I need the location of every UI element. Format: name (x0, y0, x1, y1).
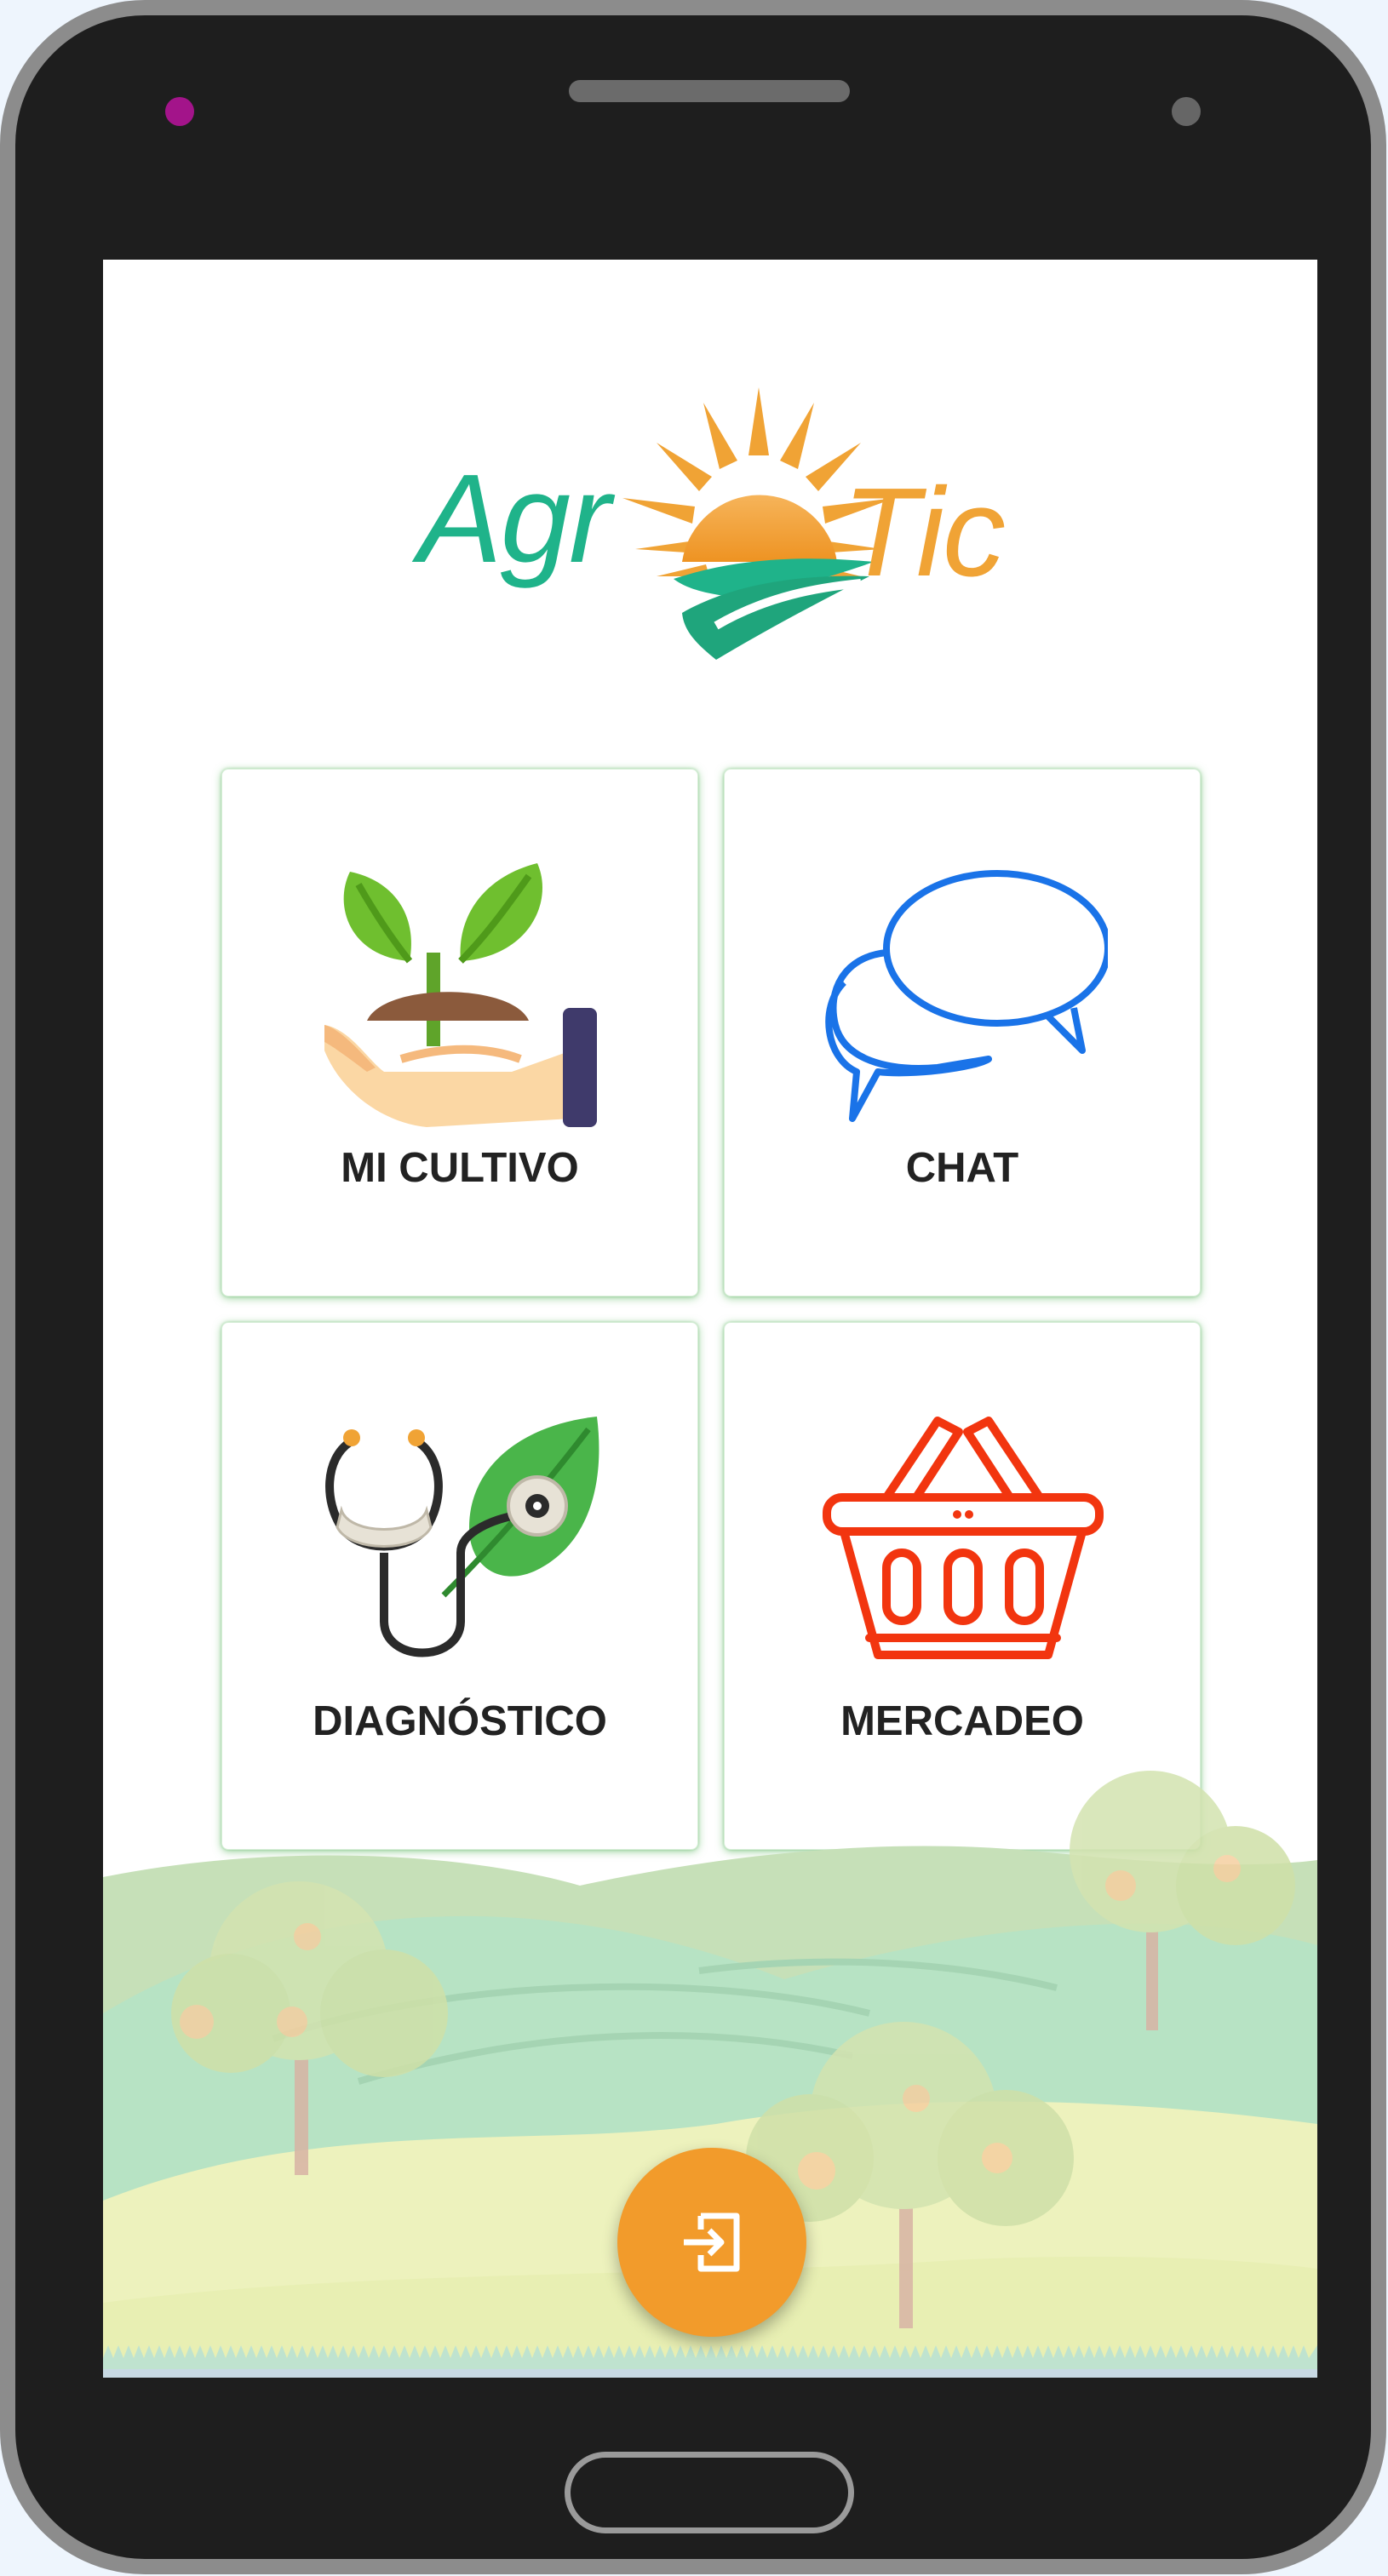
logout-icon (684, 2212, 740, 2272)
tile-label: CHAT (905, 1145, 1019, 1191)
tile-mi-cultivo[interactable]: MI CULTIVO (221, 769, 698, 1297)
seedling-hand-icon (324, 863, 597, 1127)
tile-label: MI CULTIVO (341, 1145, 579, 1191)
logout-button[interactable] (617, 2148, 806, 2337)
front-camera (1172, 97, 1201, 126)
notification-led (165, 97, 194, 126)
stethoscope-leaf-icon (325, 1417, 599, 1657)
phone-frame: Agr Tic MI CULTIVO CHAT DIAGNÓSTICO MERC… (0, 0, 1386, 2574)
tile-chat[interactable]: CHAT (724, 769, 1201, 1297)
logo-text-tic: Tic (842, 462, 1006, 603)
logo-text-agr: Agr (418, 449, 611, 589)
home-button[interactable] (565, 2452, 854, 2533)
app-logo: Agr Tic (316, 379, 1116, 685)
tile-label: MERCADEO (840, 1698, 1084, 1744)
chat-bubbles-icon (825, 870, 1108, 1122)
app-screen: Agr Tic MI CULTIVO CHAT DIAGNÓSTICO MERC… (103, 260, 1317, 2378)
tile-label: DIAGNÓSTICO (313, 1698, 607, 1744)
shopping-basket-icon (823, 1417, 1104, 1659)
speaker-grille (569, 80, 850, 102)
